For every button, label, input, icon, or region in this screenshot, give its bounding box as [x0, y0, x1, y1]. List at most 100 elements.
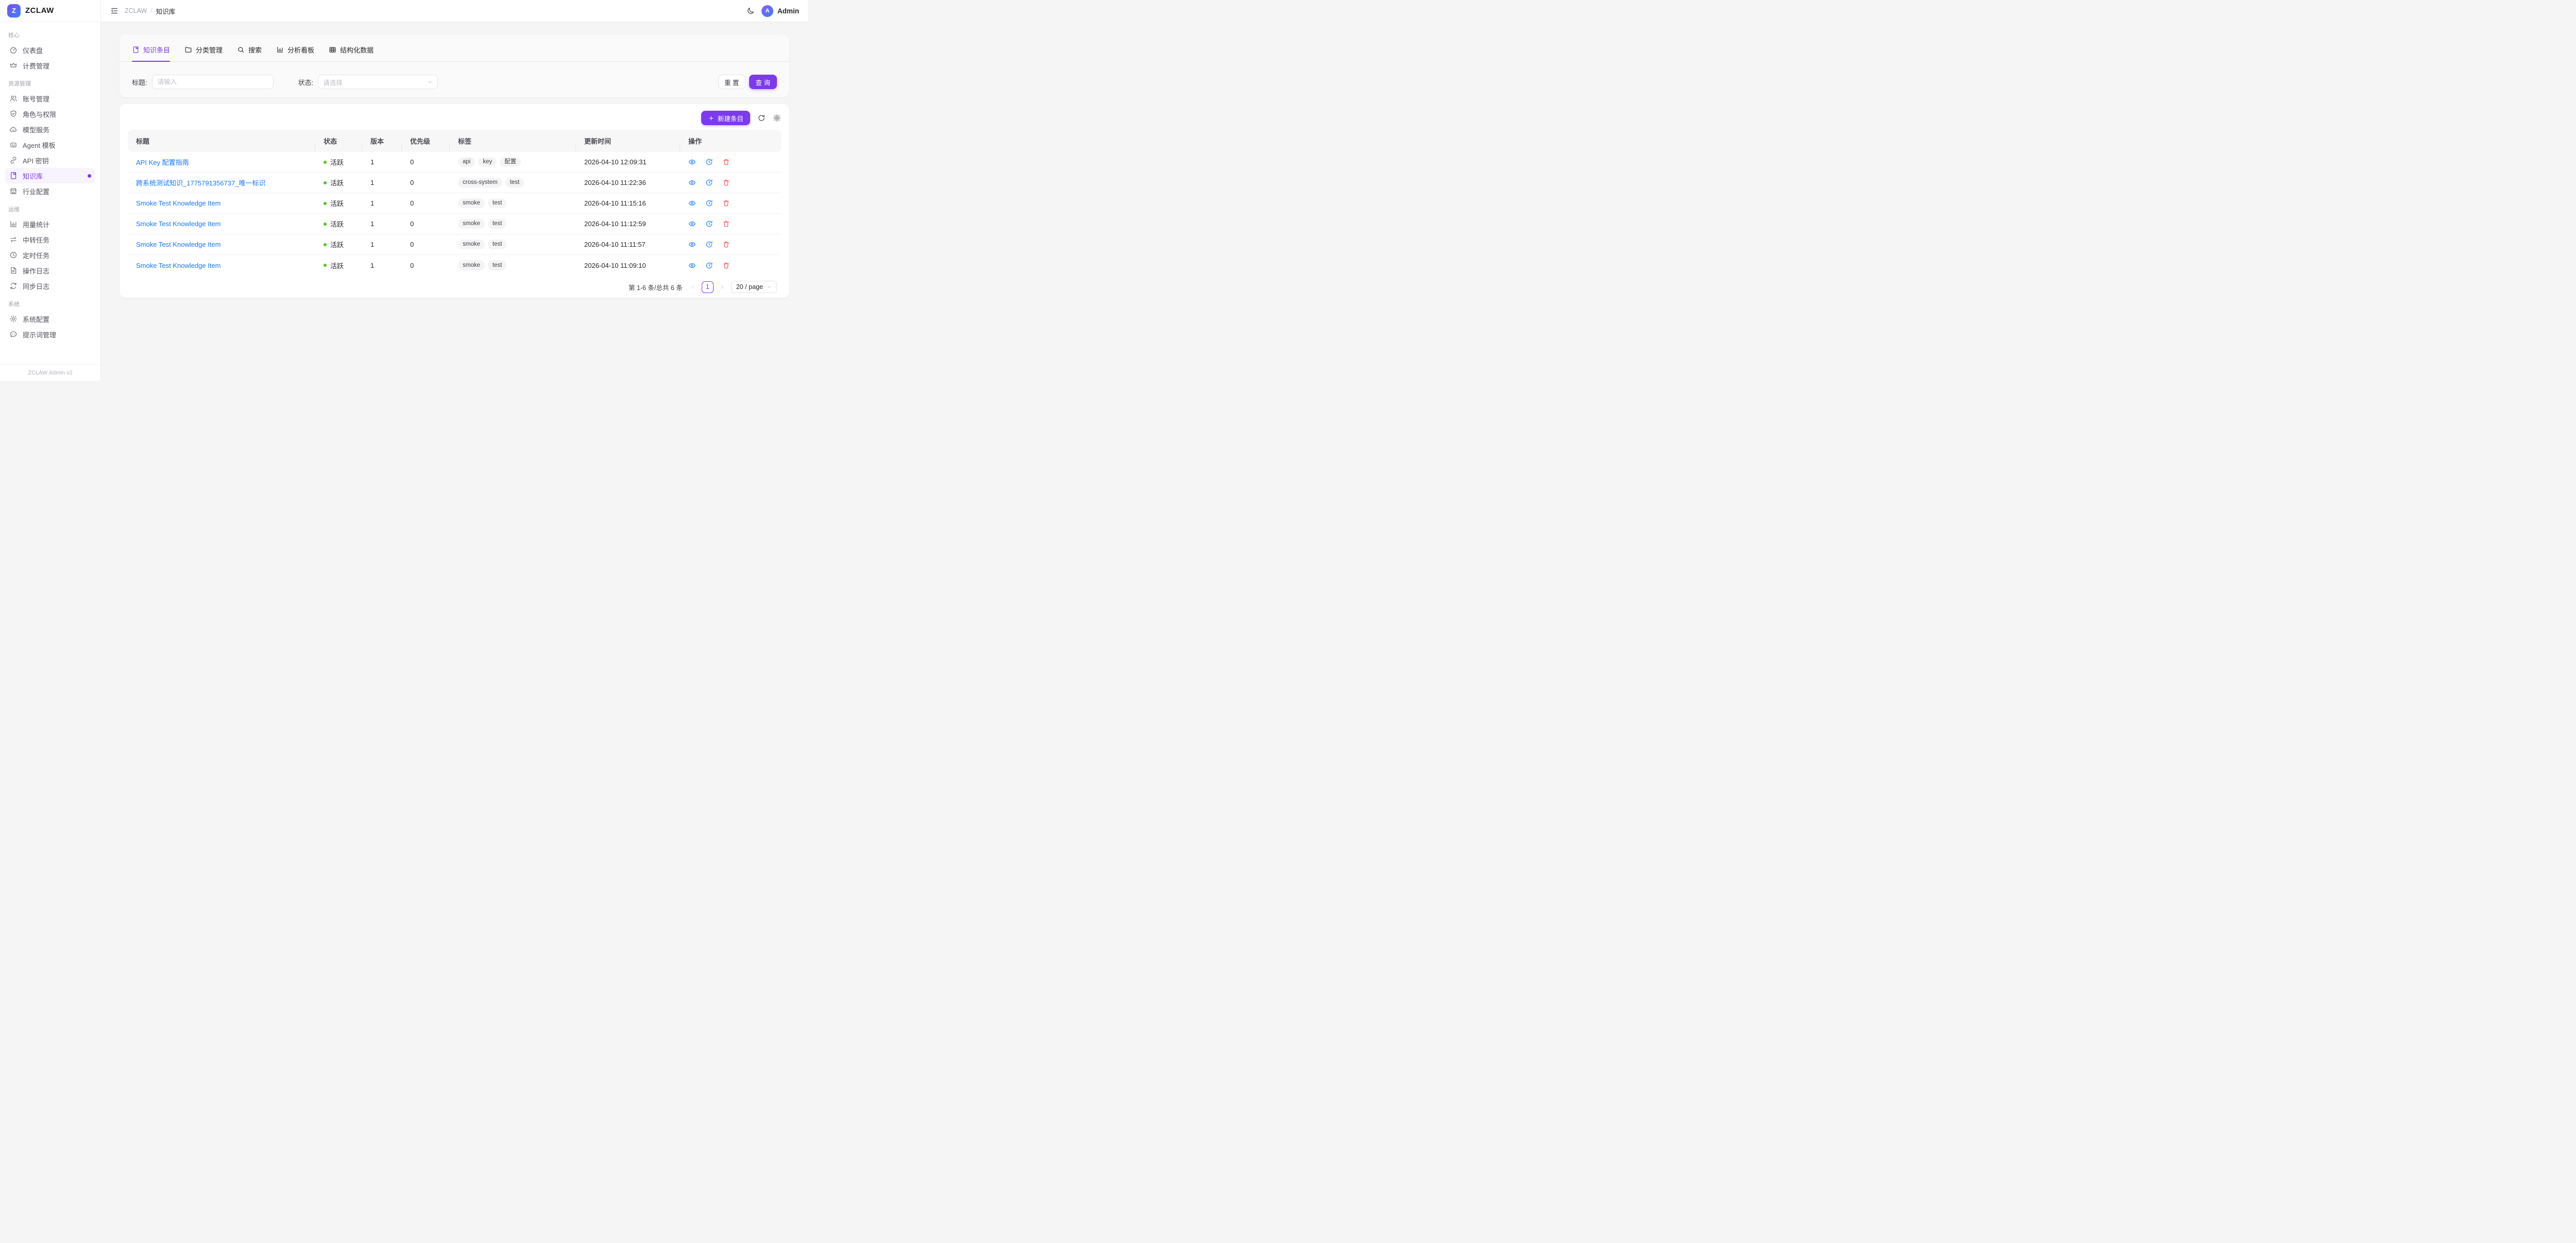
reset-button[interactable]: 重 置 [718, 75, 745, 89]
history-row-button[interactable] [705, 199, 713, 207]
trash-icon [722, 262, 730, 269]
eye-icon [688, 179, 696, 186]
column-header: 标题 [128, 136, 315, 146]
gauge-icon [9, 46, 18, 54]
sidebar-item-cloud[interactable]: 模型服务 [5, 122, 95, 137]
sidebar-item-message[interactable]: 提示词管理 [5, 327, 95, 342]
create-entry-button[interactable]: 新建条目 [701, 111, 750, 125]
search-icon [237, 46, 245, 54]
tab-chart[interactable]: 分析看板 [276, 45, 314, 61]
status-text: 活跃 [330, 178, 344, 188]
view-row-button[interactable] [688, 241, 696, 248]
delete-row-button[interactable] [722, 158, 730, 166]
sidebar-item-shop[interactable]: 行业配置 [5, 183, 95, 199]
status-text: 活跃 [330, 198, 344, 208]
row-title-link[interactable]: Smoke Test Knowledge Item [136, 199, 307, 207]
cloud-icon [9, 125, 18, 133]
active-indicator-dot [88, 174, 91, 178]
user-menu[interactable]: A Admin [761, 5, 799, 17]
sidebar-item-crown[interactable]: 计费管理 [5, 58, 95, 73]
status-dot [324, 223, 327, 226]
tag-pill: smoke [458, 260, 485, 270]
sidebar-item-shield[interactable]: 角色与权限 [5, 106, 95, 122]
view-row-button[interactable] [688, 179, 696, 186]
status-text: 活跃 [330, 157, 344, 167]
view-row-button[interactable] [688, 220, 696, 228]
row-title-link[interactable]: Smoke Test Knowledge Item [136, 262, 307, 269]
sidebar-item-gauge[interactable]: 仪表盘 [5, 42, 95, 58]
trash-icon [722, 199, 730, 207]
sidebar-item-gear[interactable]: 系统配置 [5, 311, 95, 327]
tab-bar: 知识条目分类管理搜索分析看板结构化数据 [120, 35, 789, 62]
tab-search[interactable]: 搜索 [237, 45, 262, 61]
sidebar-item-clock[interactable]: 定时任务 [5, 247, 95, 263]
delete-row-button[interactable] [722, 241, 730, 248]
row-title-link[interactable]: Smoke Test Knowledge Item [136, 220, 307, 228]
filter-actions: 重 置 查 询 [718, 75, 777, 89]
tab-folder[interactable]: 分类管理 [184, 45, 223, 61]
top-header: ZCLAW / 知识库 A Admin [101, 0, 808, 22]
sidebar-item-file-text[interactable]: 操作日志 [5, 263, 95, 278]
sidebar-item-robot[interactable]: Agent 模板 [5, 137, 95, 152]
tags-cell: apikey配置 [458, 157, 568, 167]
row-title-link[interactable]: API Key 配置指南 [136, 157, 307, 167]
delete-row-button[interactable] [722, 262, 730, 269]
history-row-button[interactable] [705, 179, 713, 186]
table-settings-button[interactable] [773, 114, 781, 122]
view-row-button[interactable] [688, 262, 696, 269]
breadcrumb-root[interactable]: ZCLAW [125, 7, 147, 14]
sidebar-item-bar-chart[interactable]: 用量统计 [5, 216, 95, 232]
sidebar-section-label: 核心 [5, 25, 95, 42]
sidebar-item-api[interactable]: API 密钥 [5, 152, 95, 168]
pagination-prev-button[interactable] [689, 284, 697, 290]
title-filter-label: 标题: [132, 77, 147, 87]
pagination-total: 第 1-6 条/总共 6 条 [629, 282, 683, 292]
table-row: API Key 配置指南活跃10apikey配置2026-04-10 12:09… [128, 152, 781, 173]
priority-cell: 0 [402, 262, 450, 269]
delete-row-button[interactable] [722, 179, 730, 186]
pagination-next-button[interactable] [718, 284, 726, 290]
sidebar-footer-version: ZCLAW Admin v2 [0, 364, 100, 381]
table-row: Smoke Test Knowledge Item活跃10smoketest20… [128, 193, 781, 214]
sidebar-item-sync[interactable]: 同步日志 [5, 278, 95, 294]
app-logo: Z [7, 4, 21, 18]
theme-toggle-button[interactable] [747, 7, 755, 15]
view-row-button[interactable] [688, 158, 696, 166]
delete-row-button[interactable] [722, 199, 730, 207]
breadcrumb-separator: / [150, 7, 152, 14]
history-row-button[interactable] [705, 220, 713, 228]
avatar: A [761, 5, 773, 17]
tab-table[interactable]: 结构化数据 [329, 45, 374, 61]
history-row-button[interactable] [705, 241, 713, 248]
sidebar-item-book[interactable]: 知识库 [5, 168, 95, 183]
table-body: API Key 配置指南活跃10apikey配置2026-04-10 12:09… [128, 152, 781, 276]
page-size-select[interactable]: 20 / page [731, 281, 777, 293]
title-filter-input[interactable] [152, 75, 274, 89]
row-title-link[interactable]: Smoke Test Knowledge Item [136, 241, 307, 248]
sidebar-item-users[interactable]: 账号管理 [5, 91, 95, 106]
status-select-placeholder: 请选择 [323, 77, 427, 87]
filter-card: 知识条目分类管理搜索分析看板结构化数据 标题: 状态: 请选择 重 置 查 询 [120, 35, 789, 97]
app-root: Z ZCLAW 核心仪表盘计费管理资源管理账号管理角色与权限模型服务Agent … [0, 0, 808, 381]
menu-fold-icon [110, 7, 118, 15]
status-filter-select[interactable]: 请选择 [318, 75, 438, 89]
refresh-table-button[interactable] [757, 114, 766, 122]
users-icon [9, 94, 18, 103]
tags-cell: smoketest [458, 198, 568, 209]
sidebar-collapse-button[interactable] [110, 7, 118, 15]
row-title-link[interactable]: 跨系统测试知识_1775791356737_唯一标识 [136, 178, 307, 188]
sidebar-item-swap[interactable]: 中转任务 [5, 232, 95, 247]
trash-icon [722, 241, 730, 248]
trash-icon [722, 220, 730, 228]
eye-icon [688, 262, 696, 269]
version-cell: 1 [362, 241, 402, 248]
view-row-button[interactable] [688, 199, 696, 207]
delete-row-button[interactable] [722, 220, 730, 228]
tab-book[interactable]: 知识条目 [132, 45, 170, 61]
history-row-button[interactable] [705, 158, 713, 166]
history-row-button[interactable] [705, 262, 713, 269]
version-cell: 1 [362, 158, 402, 166]
pagination-page-1[interactable]: 1 [702, 281, 714, 293]
search-button[interactable]: 查 询 [749, 75, 777, 89]
book-icon [9, 172, 18, 180]
